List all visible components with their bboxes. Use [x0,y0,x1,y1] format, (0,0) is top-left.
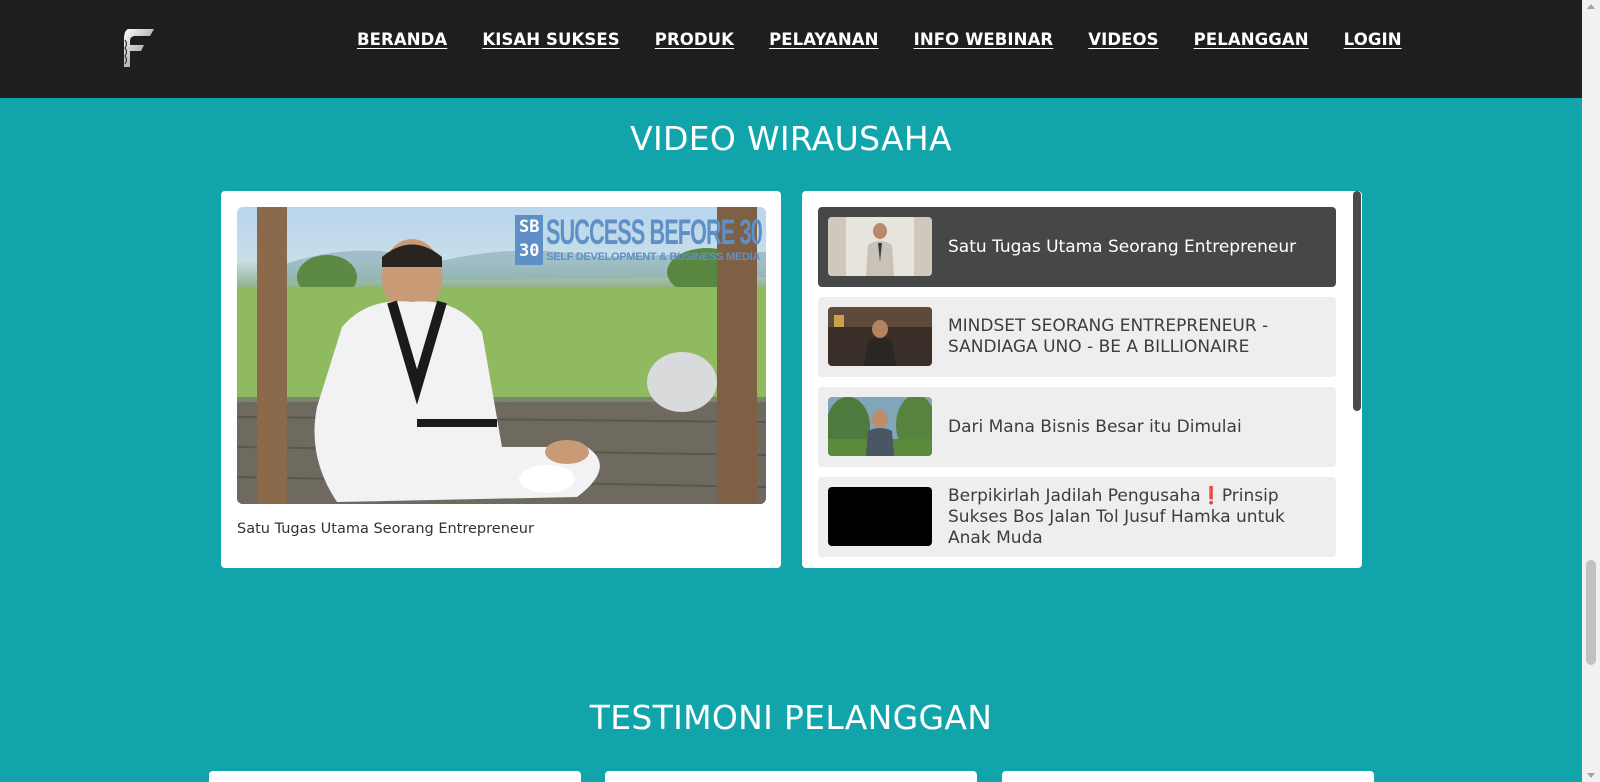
watermark-subtitle: SELF DEVELOPMENT & BUSINESS MEDIA [546,251,760,263]
nav-videos[interactable]: VIDEOS [1088,30,1158,49]
main-video-card: SB 30 SUCCESS BEFORE 30 SELF DEVELOPMENT… [221,191,781,568]
scroll-up-icon[interactable] [1587,4,1595,9]
video-thumbnail [828,307,932,366]
video-thumbnail [828,487,932,546]
nav-kisah-sukses[interactable]: KISAH SUKSES [482,30,619,49]
video-playlist: Satu Tugas Utama Seorang Entrepreneur MI… [802,191,1362,568]
scrollbar-thumb[interactable] [1586,560,1596,665]
video-player[interactable]: SB 30 SUCCESS BEFORE 30 SELF DEVELOPMENT… [237,207,766,504]
site-header: BERANDA KISAH SUKSES PRODUK PELAYANAN IN… [0,0,1582,98]
playlist-item-title: Satu Tugas Utama Seorang Entrepreneur [948,236,1297,257]
playlist-scrollbar[interactable] [1353,191,1361,411]
playlist-item-title: MINDSET SEORANG ENTREPRENEUR - SANDIAGA … [948,316,1269,357]
f-logo-icon[interactable] [120,27,156,69]
video-caption: Satu Tugas Utama Seorang Entrepreneur [237,521,534,537]
testimonial-card [1002,771,1374,782]
playlist-item-title: Berpikirlah Jadilah Pengusaha❗Prinsip Su… [948,485,1285,548]
playlist-item[interactable]: Dari Mana Bisnis Besar itu Dimulai [818,387,1336,467]
video-section-title: VIDEO WIRAUSAHA [630,119,952,158]
nav-pelayanan[interactable]: PELAYANAN [769,30,879,49]
playlist-item[interactable]: Satu Tugas Utama Seorang Entrepreneur [818,207,1336,287]
page-scrollbar[interactable] [1582,0,1600,782]
nav-info-webinar[interactable]: INFO WEBINAR [914,30,1054,49]
success-before-30-watermark: SB 30 SUCCESS BEFORE 30 SELF DEVELOPMENT… [515,213,763,265]
nav-login[interactable]: LOGIN [1344,30,1402,49]
playlist-item[interactable]: MINDSET SEORANG ENTREPRENEUR - SANDIAGA … [818,297,1336,377]
testimonial-section-title: TESTIMONI PELANGGAN [589,698,993,737]
nav-beranda[interactable]: BERANDA [357,30,447,49]
video-thumbnail [828,217,932,276]
testimonial-card [209,771,581,782]
video-thumbnail [828,397,932,456]
scroll-down-icon[interactable] [1587,773,1595,778]
playlist-item[interactable]: Berpikirlah Jadilah Pengusaha❗Prinsip Su… [818,477,1336,557]
nav-pelanggan[interactable]: PELANGGAN [1194,30,1309,49]
main-nav: BERANDA KISAH SUKSES PRODUK PELAYANAN IN… [357,30,1402,49]
nav-produk[interactable]: PRODUK [655,30,734,49]
sb30-badge: SB 30 [515,215,544,265]
playlist-item-title: Dari Mana Bisnis Besar itu Dimulai [948,416,1242,437]
testimonial-card [605,771,977,782]
watermark-title: SUCCESS BEFORE 30 [546,213,763,252]
